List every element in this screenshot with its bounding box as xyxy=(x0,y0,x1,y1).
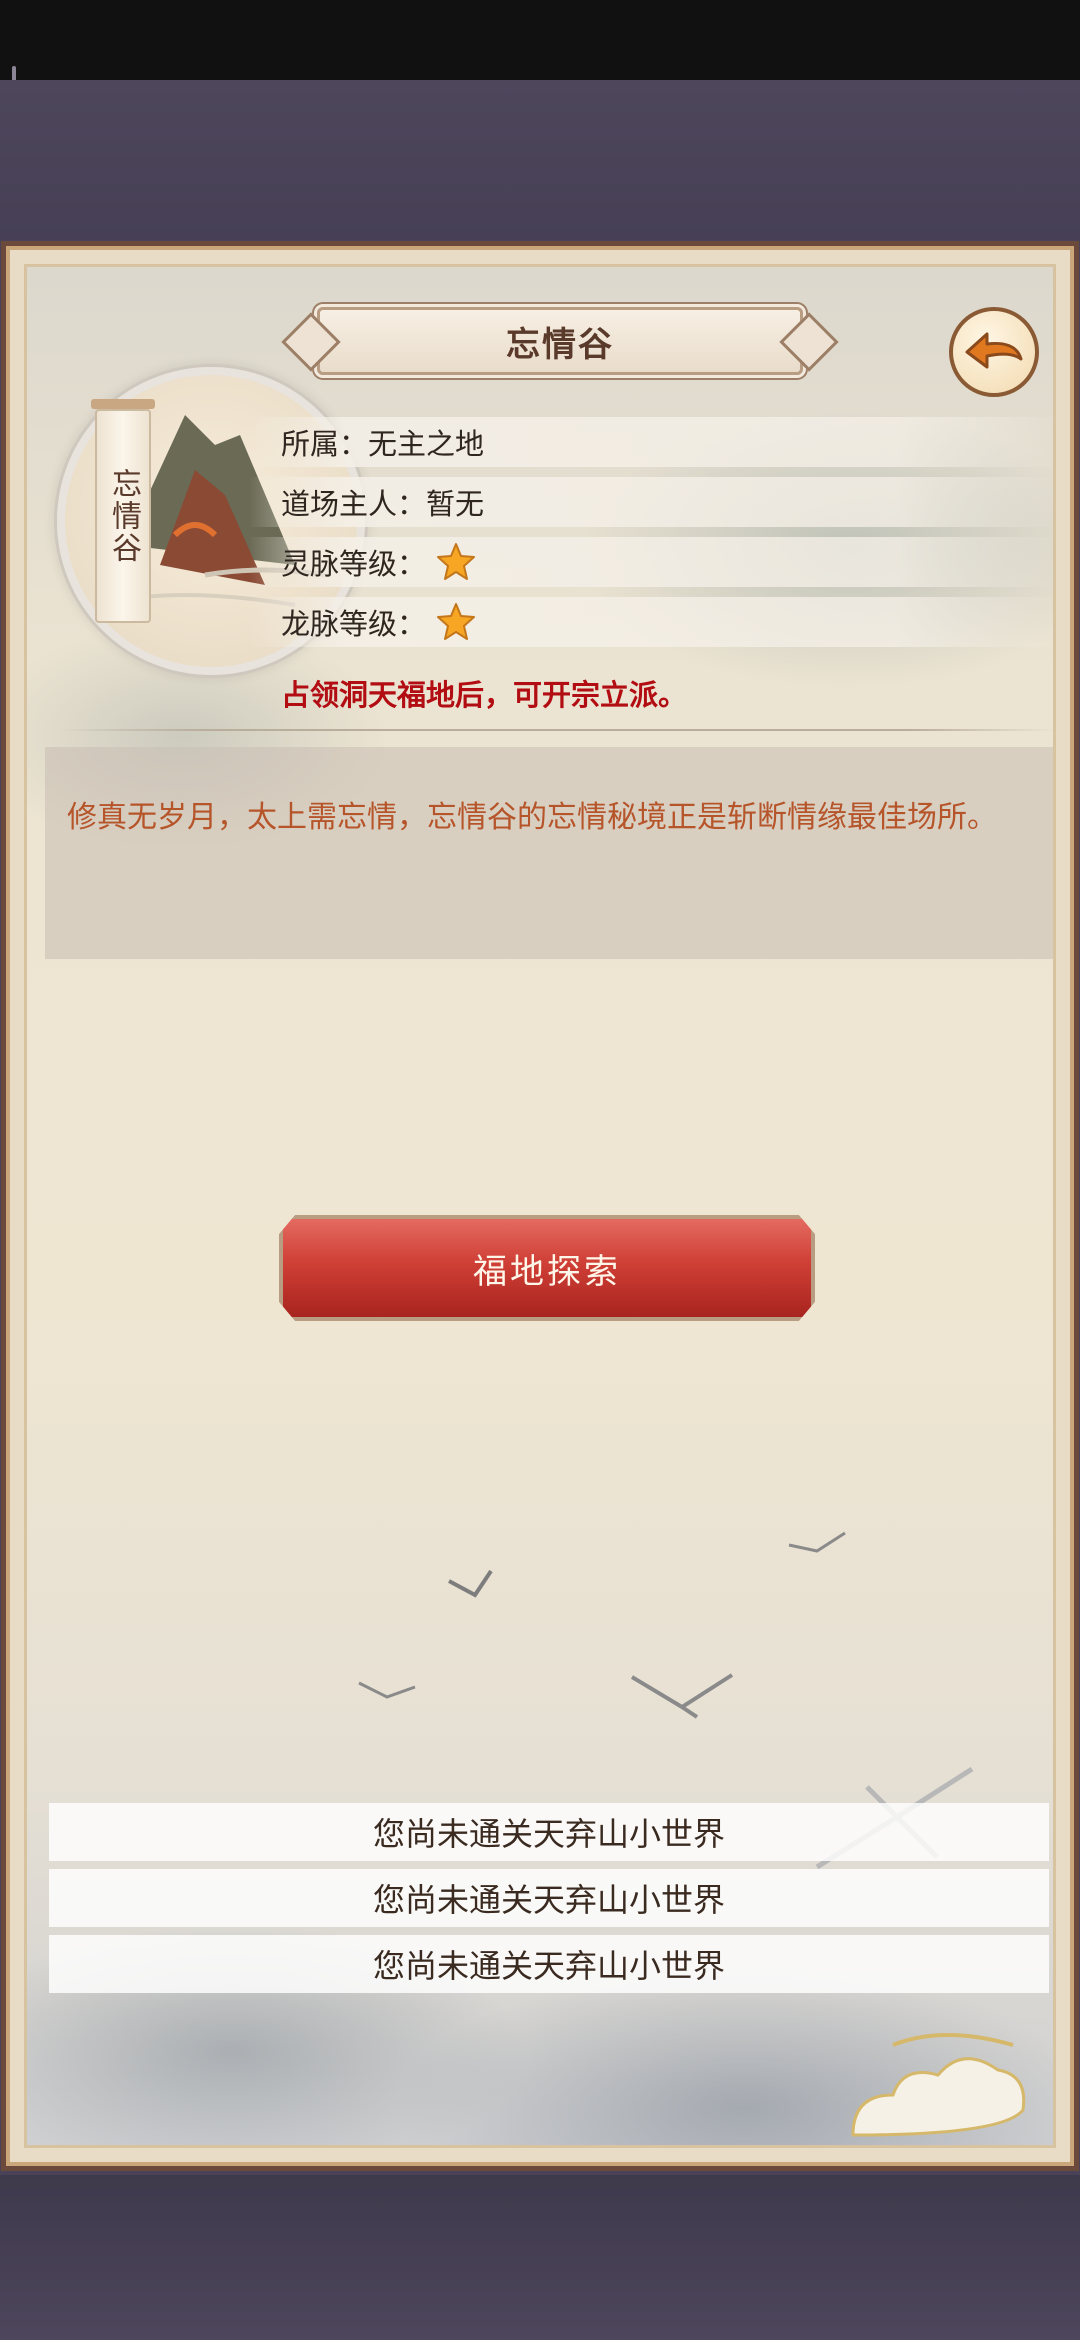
crane-decoration xyxy=(630,1673,734,1719)
status-bar xyxy=(0,0,1080,80)
info-label: 道场主人： xyxy=(281,487,427,521)
top-backdrop xyxy=(0,80,1080,240)
info-label: 所属： xyxy=(281,427,369,461)
occupation-notice: 占领洞天福地后，可开宗立派。 xyxy=(281,678,688,712)
info-row-spirit-vein: 灵脉等级： xyxy=(249,537,1053,587)
location-name-scroll: 忘情谷 xyxy=(91,399,155,623)
info-label: 灵脉等级： xyxy=(281,547,427,581)
bird-decoration xyxy=(448,1569,493,1598)
back-button[interactable] xyxy=(949,307,1039,397)
back-arrow-icon xyxy=(965,332,1023,369)
cloud-decoration xyxy=(851,2033,1026,2137)
locked-requirement-text: 您尚未通关天弃山小世界 xyxy=(372,1815,725,1853)
title-banner: 忘情谷 xyxy=(317,307,803,375)
page-title: 忘情谷 xyxy=(506,324,614,365)
locked-requirement-text: 您尚未通关天弃山小世界 xyxy=(372,1881,725,1919)
location-name-vertical: 忘情谷 xyxy=(106,468,141,564)
info-row-affiliation: 所属： 无主之地 xyxy=(249,417,1053,467)
bottom-backdrop xyxy=(0,2175,1080,2340)
locked-requirement-row: 您尚未通关天弃山小世界 xyxy=(49,1803,1049,1861)
divider xyxy=(57,729,1053,731)
star-icon xyxy=(437,543,476,580)
locked-requirement-row: 您尚未通关天弃山小世界 xyxy=(49,1935,1049,1993)
locked-requirement-text: 您尚未通关天弃山小世界 xyxy=(372,1947,725,1985)
blessed-land-panel: 忘情谷 忘情谷 所属： 无主之地 道场主人： 暂无 灵脉等级： 龙脉等级： 占领… xyxy=(6,246,1074,2166)
description-text: 修真无岁月，太上需忘情，忘情谷的忘情秘境正是斩断情缘最佳场所。 xyxy=(67,800,997,835)
locked-requirement-row: 您尚未通关天弃山小世界 xyxy=(49,1869,1049,1927)
bird-decoration xyxy=(788,1531,846,1553)
description-box: 修真无岁月，太上需忘情，忘情谷的忘情秘境正是斩断情缘最佳场所。 xyxy=(45,747,1053,959)
star-icon xyxy=(437,603,476,640)
panel-content: 忘情谷 忘情谷 所属： 无主之地 道场主人： 暂无 灵脉等级： 龙脉等级： 占领… xyxy=(24,264,1056,2148)
info-row-owner: 道场主人： 暂无 xyxy=(249,477,1053,527)
explore-button[interactable]: 福地探索 xyxy=(279,1215,815,1321)
bird-decoration xyxy=(358,1681,416,1699)
info-row-dragon-vein: 龙脉等级： xyxy=(249,597,1053,647)
info-label: 龙脉等级： xyxy=(281,607,427,641)
info-value: 无主之地 xyxy=(368,427,485,461)
info-value: 暂无 xyxy=(426,487,485,521)
explore-button-label: 福地探索 xyxy=(473,1251,621,1292)
